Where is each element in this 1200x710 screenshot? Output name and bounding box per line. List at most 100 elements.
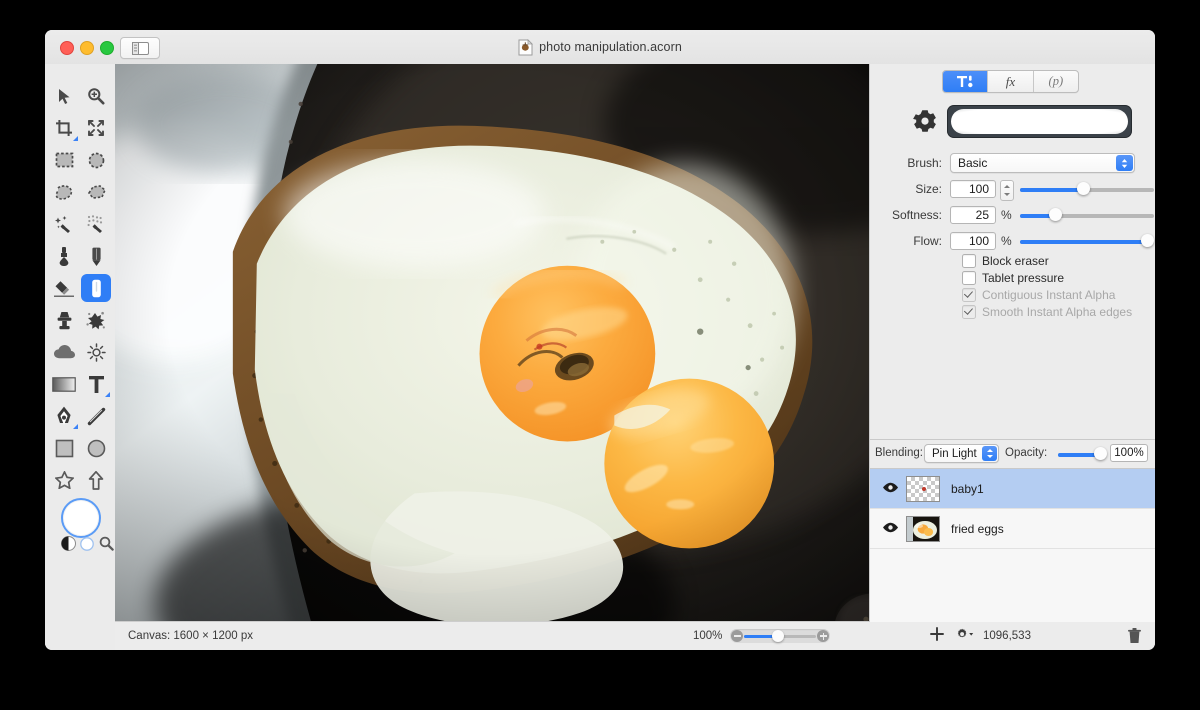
pixel-count-label: 1096,533 — [983, 630, 1031, 642]
canvas-size-label: Canvas: 1600 × 1200 px — [128, 630, 253, 642]
tool-bezier-pen[interactable] — [49, 402, 79, 430]
smooth-instant-alpha-checkbox — [962, 304, 976, 319]
tool-rect-select[interactable] — [49, 146, 79, 174]
layer-name: fried eggs — [951, 521, 1004, 536]
layer-visibility-toggle[interactable] — [882, 520, 899, 538]
opacity-slider-knob[interactable] — [1094, 447, 1107, 460]
zoom-slider[interactable] — [730, 629, 831, 643]
table-row[interactable]: baby1 — [870, 469, 1155, 509]
app-window: photo manipulation.acorn Canvas: 1600 × … — [45, 30, 1155, 650]
tool-rectangle-shape[interactable] — [49, 434, 79, 462]
zoom-slider-knob[interactable] — [772, 630, 785, 642]
window-titlebar: photo manipulation.acorn — [45, 30, 1155, 65]
block-eraser-checkbox[interactable] — [962, 253, 976, 268]
size-slider-knob[interactable] — [1077, 182, 1090, 195]
tools-hammer-icon — [957, 75, 973, 88]
smooth-instant-alpha-label: Smooth Instant Alpha edges — [982, 304, 1133, 319]
flow-label: Flow: — [913, 234, 942, 248]
size-slider-fill — [1020, 188, 1083, 192]
acorn-document-icon — [518, 38, 534, 56]
opacity-slider[interactable] — [1058, 447, 1107, 460]
tool-zoom[interactable] — [81, 82, 111, 110]
tool-clone-stamp[interactable] — [49, 306, 79, 334]
tool-text[interactable] — [81, 370, 111, 398]
tablet-pressure-checkbox[interactable] — [962, 270, 976, 285]
chevron-down-icon — [1116, 155, 1133, 171]
tool-gradient[interactable] — [49, 370, 79, 398]
layer-name: baby1 — [951, 481, 984, 496]
canvas-photo — [115, 64, 870, 622]
layer-visibility-toggle[interactable] — [882, 480, 899, 498]
gear-icon[interactable] — [912, 109, 938, 140]
flow-input[interactable]: 100 — [950, 232, 996, 250]
size-stepper[interactable] — [1000, 179, 1014, 201]
tool-brush[interactable] — [81, 274, 111, 302]
tool-arrow-shape[interactable] — [81, 466, 111, 494]
document-title-text: photo manipulation.acorn — [539, 40, 682, 54]
zoom-out-button[interactable] — [731, 630, 744, 642]
softness-label: Softness: — [891, 208, 942, 222]
trash-icon[interactable] — [1128, 628, 1141, 649]
tool-submenu-triangle — [73, 424, 78, 429]
size-row: Size: 100 — [870, 178, 1155, 201]
tool-paint-bucket[interactable] — [49, 242, 79, 270]
foreground-color-well[interactable] — [61, 498, 101, 538]
gear-dropdown-icon[interactable] — [953, 627, 974, 646]
inspector-panel: fx (p) Brush: Basic Size: 100 Softness: … — [869, 64, 1155, 622]
tool-polygon-select[interactable] — [81, 178, 111, 206]
tool-lasso-select[interactable] — [49, 178, 79, 206]
brush-stroke-preview[interactable] — [947, 105, 1132, 138]
color-picker-magnifier-icon[interactable] — [99, 536, 114, 556]
tool-instant-alpha[interactable] — [81, 210, 111, 238]
zoom-controls: 100% — [693, 622, 831, 650]
blending-mode-select[interactable]: Pin Light — [924, 444, 999, 463]
tablet-pressure-label: Tablet pressure — [982, 270, 1065, 285]
table-row[interactable]: fried eggs — [870, 509, 1155, 549]
contiguous-instant-alpha-checkbox — [962, 287, 976, 302]
tool-line[interactable] — [81, 402, 111, 430]
contiguous-instant-alpha-label: Contiguous Instant Alpha — [982, 287, 1116, 302]
size-slider[interactable] — [1020, 182, 1154, 196]
tool-ellipse-shape[interactable] — [81, 434, 111, 462]
softness-input[interactable]: 25 — [950, 206, 996, 224]
image-canvas[interactable] — [115, 64, 870, 622]
flow-slider[interactable] — [1020, 234, 1154, 248]
color-swap-icon[interactable] — [61, 536, 76, 556]
tool-smudge[interactable] — [81, 306, 111, 334]
softness-slider[interactable] — [1020, 208, 1154, 222]
plus-icon[interactable] — [930, 626, 944, 646]
tool-dodge-burn[interactable] — [81, 338, 111, 366]
tool-star-shape[interactable] — [49, 466, 79, 494]
tab-tools[interactable] — [943, 71, 989, 92]
background-color-well[interactable] — [80, 537, 94, 556]
tablet-pressure-row[interactable]: Tablet pressure — [962, 269, 1064, 286]
flow-slider-knob[interactable] — [1141, 234, 1154, 247]
tool-eraser[interactable] — [49, 274, 79, 302]
contiguous-instant-alpha-row: Contiguous Instant Alpha — [962, 286, 1115, 303]
blending-label: Blending: — [875, 447, 923, 459]
brush-row: Brush: Basic — [870, 152, 1155, 174]
softness-unit: % — [1001, 208, 1012, 222]
tool-transform[interactable] — [81, 114, 111, 142]
opacity-input[interactable]: 100% — [1110, 444, 1148, 462]
tool-crop[interactable] — [49, 114, 79, 142]
tool-submenu-triangle — [73, 136, 78, 141]
fried-eggs-thumb — [906, 515, 940, 542]
tool-blur[interactable] — [49, 338, 79, 366]
tool-move[interactable] — [49, 82, 79, 110]
block-eraser-row[interactable]: Block eraser — [962, 252, 1049, 269]
size-input[interactable]: 100 — [950, 180, 996, 198]
tab-presets[interactable]: (p) — [1034, 71, 1078, 92]
brush-select[interactable]: Basic — [950, 153, 1135, 173]
softness-slider-knob[interactable] — [1049, 208, 1062, 221]
tab-filters-label: fx — [1005, 73, 1016, 89]
layers-list: baby1 fried eggs — [870, 468, 1155, 622]
flow-slider-fill — [1020, 240, 1148, 244]
tool-pencil[interactable] — [81, 242, 111, 270]
zoom-in-button[interactable] — [817, 630, 830, 642]
tab-filters[interactable]: fx — [988, 71, 1034, 92]
flow-value: 100 — [968, 234, 989, 248]
tool-ellipse-select[interactable] — [81, 146, 111, 174]
layers-toolbar: Blending: Pin Light Opacity: 100% — [870, 440, 1155, 468]
tool-magic-wand[interactable] — [49, 210, 79, 238]
